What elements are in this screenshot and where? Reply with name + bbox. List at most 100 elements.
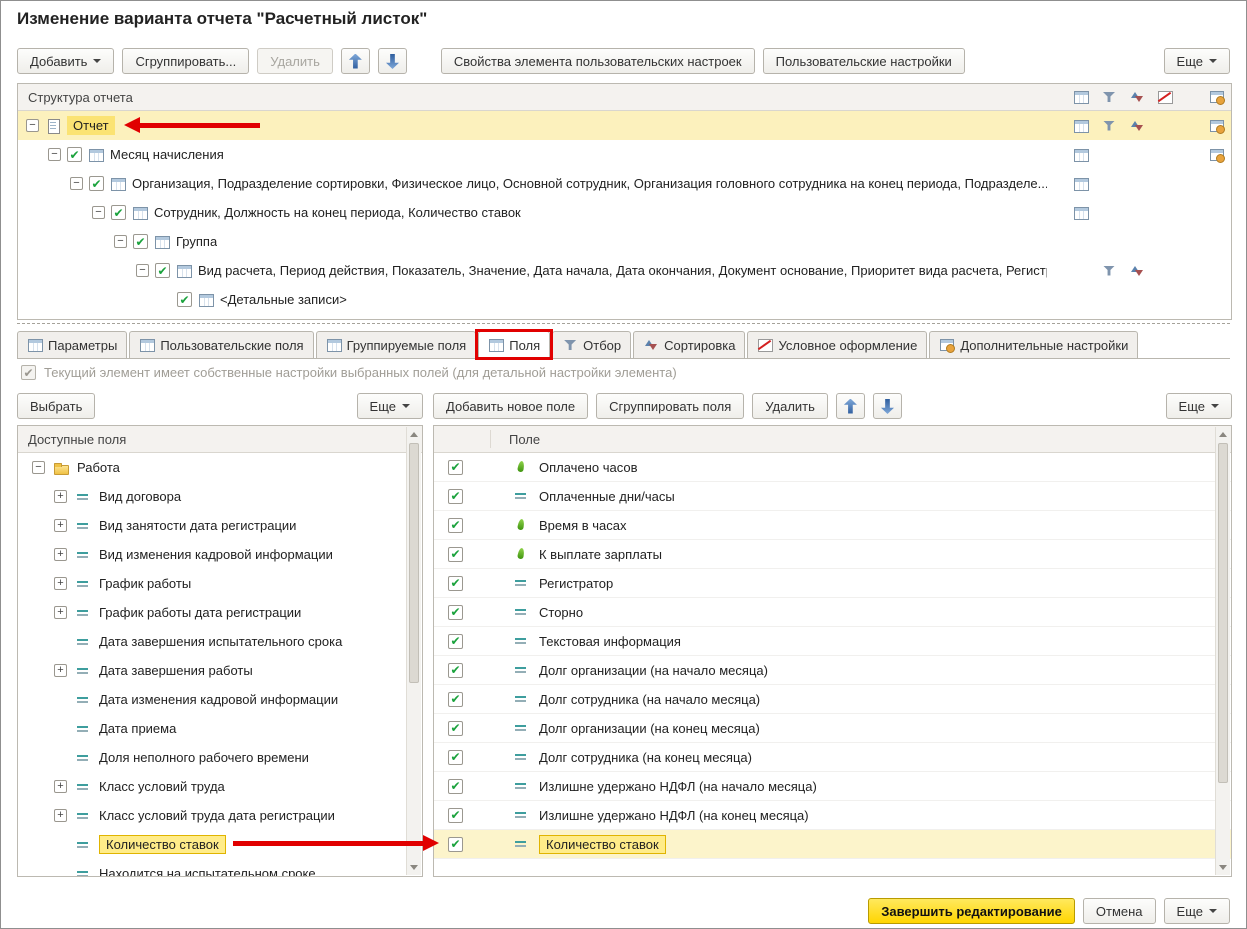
footer-more-button[interactable]: Еще: [1163, 898, 1230, 924]
available-scrollbar[interactable]: [406, 427, 421, 875]
structure-row-grouping[interactable]: Сотрудник, Должность на конец периода, К…: [18, 198, 1231, 227]
tree-collapse-icon[interactable]: [26, 119, 39, 132]
field-checkbox[interactable]: [448, 604, 463, 620]
scroll-up-button[interactable]: [1216, 427, 1230, 442]
row-checkbox[interactable]: [111, 205, 126, 220]
tree-collapse-icon[interactable]: [48, 148, 61, 161]
own-settings-checkbox[interactable]: [21, 365, 36, 380]
select-field-button[interactable]: Выбрать: [17, 393, 96, 419]
available-field-item[interactable]: Дата завершения испытательного срока: [18, 627, 422, 656]
available-field-item[interactable]: Вид занятости дата регистрации: [18, 511, 422, 540]
field-checkbox[interactable]: [448, 546, 463, 562]
available-field-item[interactable]: Класс условий труда: [18, 772, 422, 801]
tree-expand-icon[interactable]: [54, 780, 67, 793]
delete-field-button[interactable]: Удалить: [752, 393, 828, 419]
structure-icon[interactable]: [1073, 118, 1089, 134]
row-checkbox[interactable]: [177, 292, 192, 307]
structure-icon[interactable]: [1073, 147, 1089, 163]
structure-row-report[interactable]: Отчет: [18, 111, 1231, 140]
row-checkbox[interactable]: [89, 176, 104, 191]
move-up-button[interactable]: [340, 48, 370, 74]
structure-icon[interactable]: [1073, 205, 1089, 221]
add-button[interactable]: Добавить: [17, 48, 115, 74]
filter-icon[interactable]: [1101, 118, 1117, 134]
selected-field-row[interactable]: Долг организации (на начало месяца): [434, 656, 1231, 685]
sort-icon[interactable]: [1129, 118, 1145, 134]
tree-expand-icon[interactable]: [54, 490, 67, 503]
available-field-item[interactable]: График работы дата регистрации: [18, 598, 422, 627]
toolbar-more-button[interactable]: Еще: [1163, 48, 1230, 74]
tab-sorting[interactable]: Сортировка: [633, 331, 746, 358]
tree-collapse-icon[interactable]: [32, 461, 45, 474]
structure-icon[interactable]: [1073, 89, 1089, 105]
move-down-button[interactable]: [377, 48, 407, 74]
tab-grouped-fields[interactable]: Группируемые поля: [315, 331, 477, 358]
tab-parameters[interactable]: Параметры: [17, 331, 128, 358]
available-field-item[interactable]: Работа: [18, 453, 422, 482]
sort-icon[interactable]: [1129, 89, 1145, 105]
tab-user-fields[interactable]: Пользовательские поля: [129, 331, 314, 358]
tree-expand-icon[interactable]: [54, 664, 67, 677]
add-new-field-button[interactable]: Добавить новое поле: [433, 393, 589, 419]
selected-more-button[interactable]: Еще: [1165, 393, 1232, 419]
row-checkbox[interactable]: [133, 234, 148, 249]
finish-editing-button[interactable]: Завершить редактирование: [868, 898, 1075, 924]
available-more-button[interactable]: Еще: [356, 393, 423, 419]
selected-field-row[interactable]: Оплаченные дни/часы: [434, 482, 1231, 511]
scrollbar-thumb[interactable]: [1218, 443, 1228, 783]
user-settings-item-properties-button[interactable]: Свойства элемента пользовательских настр…: [440, 48, 755, 74]
field-move-up-button[interactable]: [835, 393, 865, 419]
structure-row-detail-records[interactable]: <Детальные записи>: [18, 285, 1231, 314]
field-checkbox[interactable]: [448, 662, 463, 678]
selected-scrollbar[interactable]: [1215, 427, 1230, 875]
available-field-item[interactable]: Находится на испытательном сроке: [18, 859, 422, 876]
scroll-down-button[interactable]: [1216, 860, 1230, 875]
group-fields-button[interactable]: Сгруппировать поля: [596, 393, 745, 419]
field-checkbox[interactable]: [448, 778, 463, 794]
field-checkbox[interactable]: [448, 488, 463, 504]
available-field-item[interactable]: Вид изменения кадровой информации: [18, 540, 422, 569]
selected-field-row[interactable]: Долг организации (на конец месяца): [434, 714, 1231, 743]
structure-icon[interactable]: [1073, 176, 1089, 192]
tab-fields[interactable]: Поля: [475, 329, 554, 360]
selected-field-row-selected[interactable]: Количество ставок: [434, 830, 1231, 859]
structure-row-grouping[interactable]: Организация, Подразделение сортировки, Ф…: [18, 169, 1231, 198]
tree-collapse-icon[interactable]: [114, 235, 127, 248]
field-move-down-button[interactable]: [872, 393, 902, 419]
available-field-item[interactable]: Доля неполного рабочего времени: [18, 743, 422, 772]
field-checkbox[interactable]: [448, 807, 463, 823]
tree-expand-icon[interactable]: [54, 577, 67, 590]
selected-field-row[interactable]: Сторно: [434, 598, 1231, 627]
user-settings-button[interactable]: Пользовательские настройки: [762, 48, 965, 74]
field-checkbox[interactable]: [448, 517, 463, 533]
available-field-item[interactable]: Вид договора: [18, 482, 422, 511]
available-field-item[interactable]: Дата завершения работы: [18, 656, 422, 685]
available-field-item[interactable]: Дата приема: [18, 714, 422, 743]
filter-icon[interactable]: [1101, 89, 1117, 105]
selected-field-row[interactable]: Долг сотрудника (на начало месяца): [434, 685, 1231, 714]
field-checkbox[interactable]: [448, 459, 463, 475]
selected-field-row[interactable]: Излишне удержано НДФЛ (на конец месяца): [434, 801, 1231, 830]
available-field-item[interactable]: Класс условий труда дата регистрации: [18, 801, 422, 830]
selected-field-row[interactable]: Текстовая информация: [434, 627, 1231, 656]
delete-button[interactable]: Удалить: [257, 48, 333, 74]
output-settings-icon[interactable]: [1209, 89, 1225, 105]
tab-conditional-appearance[interactable]: Условное оформление: [747, 331, 928, 358]
tree-collapse-icon[interactable]: [70, 177, 83, 190]
tree-collapse-icon[interactable]: [92, 206, 105, 219]
filter-icon[interactable]: [1101, 263, 1117, 279]
output-settings-icon[interactable]: [1209, 118, 1225, 134]
conditional-appearance-icon[interactable]: [1157, 89, 1173, 105]
available-field-item[interactable]: График работы: [18, 569, 422, 598]
row-checkbox[interactable]: [67, 147, 82, 162]
field-checkbox[interactable]: [448, 836, 463, 852]
selected-field-row[interactable]: К выплате зарплаты: [434, 540, 1231, 569]
selected-field-row[interactable]: Оплачено часов: [434, 453, 1231, 482]
panel-splitter[interactable]: [17, 323, 1230, 324]
tree-expand-icon[interactable]: [54, 606, 67, 619]
output-settings-icon[interactable]: [1209, 147, 1225, 163]
tab-additional-settings[interactable]: Дополнительные настройки: [929, 331, 1139, 358]
sort-icon[interactable]: [1129, 263, 1145, 279]
structure-row-grouping[interactable]: Вид расчета, Период действия, Показатель…: [18, 256, 1231, 285]
field-checkbox[interactable]: [448, 691, 463, 707]
